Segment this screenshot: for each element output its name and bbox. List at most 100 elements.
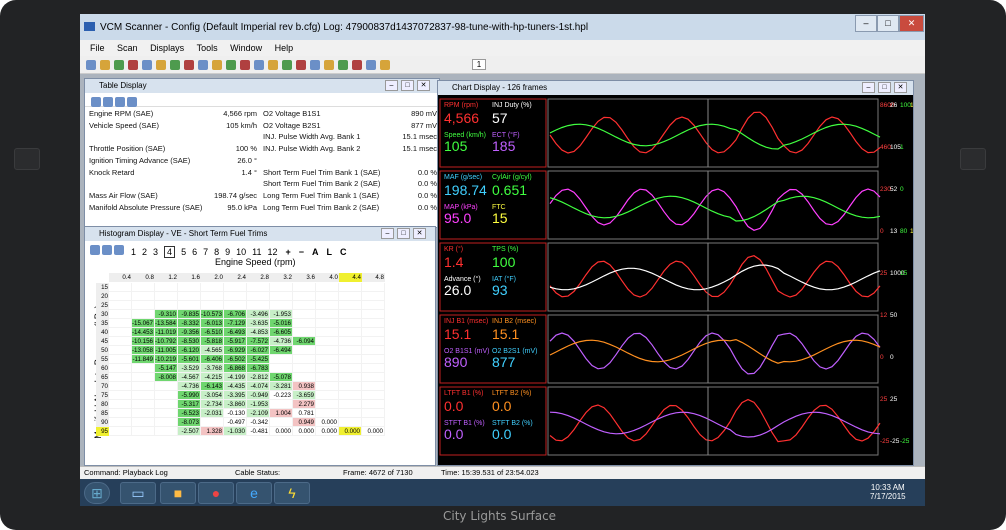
histogram-cell[interactable] [339,346,362,355]
plot-panel[interactable] [547,242,879,312]
histogram-cell[interactable] [270,355,293,364]
histogram-cell[interactable] [109,382,132,391]
histogram-cell[interactable] [293,346,316,355]
histogram-cell[interactable] [362,418,385,427]
histogram-cell[interactable]: -6.706 [224,310,247,319]
histogram-cell[interactable] [109,409,132,418]
vcm-scanner-icon[interactable]: ϟ [274,482,310,504]
histogram-cell[interactable]: 0.781 [293,409,316,418]
histogram-cell[interactable] [293,328,316,337]
restore-button[interactable]: □ [401,80,414,91]
histogram-cell[interactable] [339,319,362,328]
histogram-cell[interactable] [362,310,385,319]
toolbar-icon[interactable] [156,60,166,70]
close-button[interactable]: ✕ [413,228,426,239]
histogram-tool-icon[interactable] [102,245,112,255]
histogram-cell[interactable]: -0.130 [224,409,247,418]
histogram-cell[interactable]: -10.219 [155,355,178,364]
toolbar-icon[interactable] [170,60,180,70]
menu-scan[interactable]: Scan [117,43,138,53]
histogram-cell[interactable]: -4.199 [224,373,247,382]
histogram-tool-3[interactable]: L [327,247,333,257]
histogram-cell[interactable] [270,283,293,292]
histogram-cell[interactable] [339,337,362,346]
histogram-cell[interactable] [339,400,362,409]
histogram-cell[interactable]: -8.332 [178,319,201,328]
histogram-cell[interactable] [132,427,155,436]
toolbar-icon[interactable] [212,60,222,70]
histogram-cell[interactable] [362,364,385,373]
tab-12[interactable]: 12 [268,247,278,257]
page-field[interactable]: 1 [472,59,486,70]
histogram-cell[interactable]: -4.074 [247,382,270,391]
tab-4[interactable]: 4 [164,246,176,258]
histogram-cell[interactable] [293,364,316,373]
explorer-icon[interactable]: ▭ [120,482,156,504]
histogram-cell[interactable] [362,337,385,346]
toolbar-icon[interactable] [142,60,152,70]
histogram-cell[interactable]: -5.317 [178,400,201,409]
toolbar-icon[interactable] [114,60,124,70]
histogram-cell[interactable] [316,382,339,391]
histogram-cell[interactable]: -7.129 [224,319,247,328]
minimize-button[interactable]: – [385,80,398,91]
histogram-cell[interactable] [247,292,270,301]
histogram-cell[interactable] [132,400,155,409]
histogram-cell[interactable]: 1.328 [201,427,224,436]
histogram-cell[interactable] [293,319,316,328]
histogram-cell[interactable] [293,283,316,292]
tab-11[interactable]: 11 [252,247,261,257]
histogram-cell[interactable]: -14.453 [132,328,155,337]
histogram-cell[interactable]: -3.395 [224,391,247,400]
histogram-cell[interactable]: -2.507 [178,427,201,436]
histogram-cell[interactable] [339,292,362,301]
histogram-cell[interactable]: -3.768 [201,364,224,373]
histogram-cell[interactable]: -0.497 [224,418,247,427]
histogram-cell[interactable] [362,373,385,382]
toolbar-icon[interactable] [86,60,96,70]
histogram-cell[interactable] [155,427,178,436]
histogram-cell[interactable] [316,373,339,382]
histogram-cell[interactable] [316,310,339,319]
histogram-cell[interactable]: -10.792 [155,337,178,346]
histogram-cell[interactable] [132,382,155,391]
histogram-cell[interactable]: -6.605 [270,328,293,337]
tab-7[interactable]: 7 [203,247,208,257]
histogram-cell[interactable]: -6.406 [201,355,224,364]
histogram-cell[interactable] [132,373,155,382]
histogram-cell[interactable]: -6.143 [201,382,224,391]
histogram-cell[interactable]: -5.601 [178,355,201,364]
histogram-cell[interactable]: 0.000 [339,427,362,436]
histogram-cell[interactable] [178,283,201,292]
histogram-cell[interactable]: -6.027 [247,346,270,355]
histogram-tool-icon[interactable] [90,245,100,255]
histogram-cell[interactable] [201,418,224,427]
toolbar-icon[interactable] [254,60,264,70]
chrome-icon[interactable]: ● [198,482,234,504]
histogram-cell[interactable] [109,337,132,346]
histogram-tool-0[interactable]: + [286,247,291,257]
histogram-cell[interactable]: -8.008 [155,373,178,382]
histogram-cell[interactable] [362,400,385,409]
histogram-cell[interactable] [339,310,362,319]
histogram-cell[interactable]: -2.734 [201,400,224,409]
histogram-cell[interactable] [362,382,385,391]
histogram-cell[interactable]: -3.529 [178,364,201,373]
histogram-cell[interactable] [339,328,362,337]
histogram-cell[interactable]: -2.031 [201,409,224,418]
histogram-cell[interactable] [362,319,385,328]
plot-panel[interactable] [547,170,879,240]
histogram-cell[interactable] [293,301,316,310]
histogram-cell[interactable] [132,409,155,418]
menu-tools[interactable]: Tools [197,43,218,53]
histogram-cell[interactable]: -7.572 [247,337,270,346]
histogram-cell[interactable]: -4.736 [270,337,293,346]
histogram-cell[interactable]: -6.120 [178,346,201,355]
histogram-cell[interactable]: -2.109 [247,409,270,418]
histogram-cell[interactable]: -5.147 [155,364,178,373]
toolbar-icon[interactable] [128,60,138,70]
histogram-cell[interactable] [109,418,132,427]
histogram-cell[interactable]: -3.659 [293,391,316,400]
histogram-cell[interactable] [109,373,132,382]
histogram-cell[interactable]: -3.281 [270,382,293,391]
